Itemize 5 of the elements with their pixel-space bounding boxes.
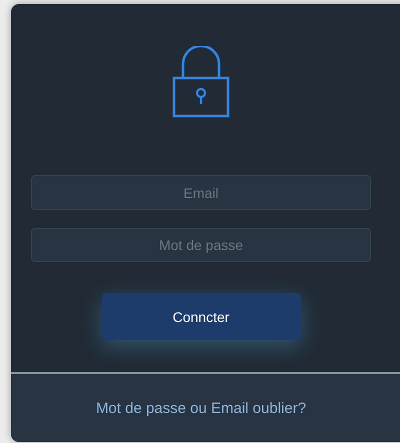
forgot-link[interactable]: Mot de passe ou Email oublier? [96,400,306,418]
padlock-icon [172,46,230,119]
connect-button[interactable]: Conncter [102,293,300,340]
email-field[interactable]: Email [31,175,371,210]
password-field[interactable]: Mot de passe [31,228,371,262]
